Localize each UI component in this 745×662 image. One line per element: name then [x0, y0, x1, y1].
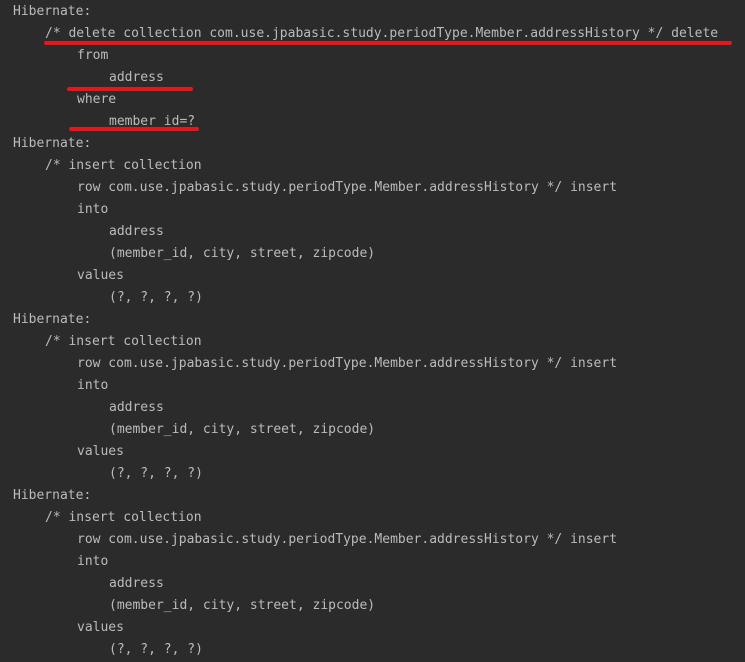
- sql-comment-line: row com.use.jpabasic.study.periodType.Me…: [77, 180, 618, 195]
- sql-keyword-line: where: [77, 92, 117, 107]
- annotation-underline: [67, 87, 193, 91]
- sql-keyword-line: into: [77, 554, 109, 569]
- sql-values-line: (?, ?, ?, ?): [109, 290, 203, 305]
- log-prefix: Hibernate:: [13, 4, 92, 19]
- sql-values-line: (?, ?, ?, ?): [109, 642, 203, 657]
- annotation-underline: [44, 41, 732, 45]
- sql-keyword-line: values: [77, 444, 124, 459]
- sql-values-line: (?, ?, ?, ?): [109, 466, 203, 481]
- console-output: Hibernate: /* delete collection com.use.…: [0, 0, 745, 662]
- sql-table-line: address: [109, 576, 164, 591]
- sql-comment-line: /* insert collection: [45, 158, 202, 173]
- log-prefix: Hibernate:: [13, 136, 92, 151]
- sql-columns-line: (member_id, city, street, zipcode): [109, 422, 376, 437]
- sql-table-line: address: [109, 400, 164, 415]
- sql-keyword-line: values: [77, 620, 124, 635]
- sql-keyword-line: from: [77, 48, 109, 63]
- annotation-underline: [69, 127, 199, 131]
- sql-columns-line: (member_id, city, street, zipcode): [109, 246, 376, 261]
- sql-comment-line: /* insert collection: [45, 334, 202, 349]
- log-prefix: Hibernate:: [13, 488, 92, 503]
- sql-keyword-line: into: [77, 378, 109, 393]
- sql-keyword-line: values: [77, 268, 124, 283]
- sql-table-line: address: [109, 70, 164, 85]
- sql-comment-line: row com.use.jpabasic.study.periodType.Me…: [77, 532, 618, 547]
- sql-columns-line: (member_id, city, street, zipcode): [109, 598, 376, 613]
- sql-keyword-line: into: [77, 202, 109, 217]
- log-prefix: Hibernate:: [13, 312, 92, 327]
- sql-comment-line: /* insert collection: [45, 510, 202, 525]
- sql-table-line: address: [109, 224, 164, 239]
- sql-comment-line: row com.use.jpabasic.study.periodType.Me…: [77, 356, 618, 371]
